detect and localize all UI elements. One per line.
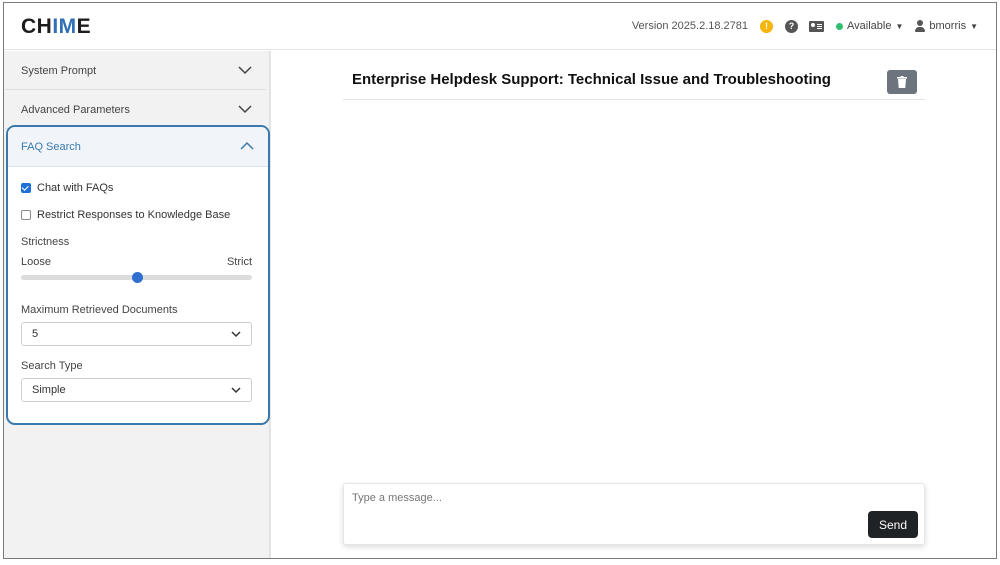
top-header: CHIME Version 2025.2.18.2781 ! ? Availab… xyxy=(4,3,996,50)
chat-with-faqs-checkbox[interactable] xyxy=(21,183,31,193)
app-logo: CHIME xyxy=(21,15,92,38)
header-toolbar: Version 2025.2.18.2781 ! ? Available ▼ b… xyxy=(632,17,978,35)
max-docs-label: Maximum Retrieved Documents xyxy=(21,304,178,316)
title-divider xyxy=(343,99,925,100)
section-system-prompt[interactable]: System Prompt xyxy=(5,52,266,90)
strictness-range-labels: Loose Strict xyxy=(21,256,252,268)
section-advanced-parameters[interactable]: Advanced Parameters xyxy=(5,91,266,129)
status-dot xyxy=(836,22,844,30)
trash-icon xyxy=(897,76,907,88)
restrict-kb-row[interactable]: Restrict Responses to Knowledge Base xyxy=(21,209,230,221)
strictness-label: Strictness xyxy=(21,236,70,248)
search-type-label: Search Type xyxy=(21,360,83,372)
slider-max-label: Strict xyxy=(226,256,252,268)
warning-icon[interactable]: ! xyxy=(760,19,774,33)
chevron-down-icon xyxy=(238,65,252,75)
delete-conversation-button[interactable] xyxy=(887,70,917,94)
status-dropdown[interactable]: Available xyxy=(847,20,891,32)
strictness-slider[interactable] xyxy=(21,272,252,283)
slider-min-label: Loose xyxy=(21,256,51,268)
search-type-select[interactable]: Simple xyxy=(21,378,252,402)
app-window: CHIME Version 2025.2.18.2781 ! ? Availab… xyxy=(3,2,997,559)
max-docs-select[interactable]: 5 xyxy=(21,322,252,346)
user-icon xyxy=(915,20,926,32)
user-menu[interactable]: bmorris xyxy=(929,20,966,32)
chevron-down-icon xyxy=(231,330,241,338)
chat-with-faqs-row[interactable]: Chat with FAQs xyxy=(21,182,113,194)
conversation-title: Enterprise Helpdesk Support: Technical I… xyxy=(352,71,831,88)
chevron-down-icon[interactable]: ▼ xyxy=(970,22,978,31)
chevron-down-icon xyxy=(238,104,252,114)
send-button[interactable]: Send xyxy=(868,511,918,538)
message-input[interactable] xyxy=(344,484,924,544)
faq-search-panel: FAQ Search Chat with FAQs Restrict Respo… xyxy=(6,125,270,425)
restrict-kb-checkbox[interactable] xyxy=(21,210,31,220)
chevron-down-icon xyxy=(231,386,241,394)
chevron-up-icon xyxy=(240,141,254,151)
chevron-down-icon[interactable]: ▼ xyxy=(895,22,903,31)
version-label: Version 2025.2.18.2781 xyxy=(631,20,749,32)
help-icon[interactable]: ? xyxy=(785,19,799,33)
slider-handle[interactable] xyxy=(131,272,143,283)
chat-area: Enterprise Helpdesk Support: Technical I… xyxy=(271,51,996,558)
message-composer: Send xyxy=(343,483,925,545)
contact-card-icon[interactable] xyxy=(809,20,825,32)
section-faq-search[interactable]: FAQ Search xyxy=(8,127,268,167)
